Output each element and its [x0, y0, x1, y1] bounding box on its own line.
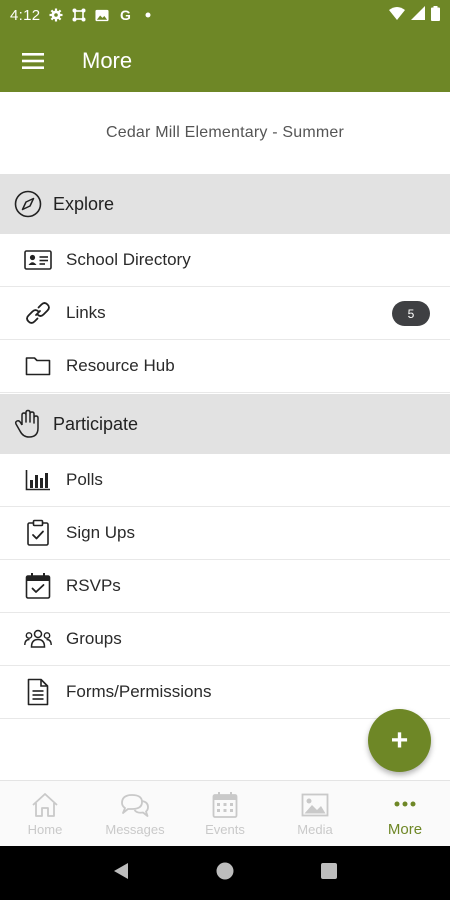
- section-label-explore: Explore: [53, 193, 115, 214]
- compass-icon: [13, 189, 43, 219]
- list-item-school-directory[interactable]: School Directory: [0, 234, 450, 287]
- status-bar: 4:12 G: [0, 0, 450, 30]
- nav-media[interactable]: Media: [270, 781, 360, 846]
- item-label: Polls: [66, 470, 103, 489]
- battery-icon: [431, 5, 440, 25]
- list-item-groups[interactable]: Groups: [0, 613, 450, 666]
- home-icon: [30, 790, 60, 820]
- nav-events[interactable]: Events: [180, 781, 270, 846]
- home-button[interactable]: [215, 861, 235, 886]
- list-item-rsvps[interactable]: RSVPs: [0, 560, 450, 613]
- back-icon: [114, 862, 129, 879]
- nav-messages[interactable]: Messages: [90, 781, 180, 846]
- status-left: 4:12 G: [10, 7, 155, 24]
- people-icon: [24, 625, 52, 653]
- section-header-explore: Explore: [0, 174, 450, 234]
- photo-icon: [95, 8, 109, 22]
- nav-label: Home: [27, 822, 63, 837]
- nav-more[interactable]: More: [360, 781, 450, 846]
- page-title: More: [82, 48, 133, 73]
- clipboard-check-icon: [24, 519, 52, 547]
- section-header-participate: Participate: [0, 394, 450, 454]
- list-item-forms-permissions[interactable]: Forms/Permissions: [0, 666, 450, 719]
- item-label: School Directory: [66, 250, 191, 269]
- item-label: Links: [66, 303, 106, 322]
- bottom-navigation: Home Messages Events Media More: [0, 780, 450, 846]
- app-bar: More: [0, 30, 450, 92]
- list-item-links[interactable]: Links 5: [0, 287, 450, 340]
- chat-icon: [120, 790, 150, 820]
- google-icon: G: [119, 7, 131, 23]
- nav-label: Events: [205, 822, 245, 837]
- list-item-polls[interactable]: Polls: [0, 454, 450, 507]
- id-card-icon: [24, 246, 52, 274]
- school-name[interactable]: Cedar Mill Elementary - Summer: [0, 92, 450, 174]
- hub-icon: [72, 8, 86, 22]
- item-label: RSVPs: [66, 576, 121, 595]
- calendar-icon: [210, 790, 240, 820]
- wifi-icon: [389, 6, 405, 24]
- item-label: Groups: [66, 629, 122, 648]
- nav-label: More: [387, 821, 423, 838]
- folder-icon: [24, 352, 52, 380]
- item-label: Forms/Permissions: [66, 682, 212, 701]
- hamburger-icon: [22, 53, 44, 69]
- nav-home[interactable]: Home: [0, 781, 90, 846]
- item-label: Resource Hub: [66, 356, 175, 375]
- more-dots-icon: [390, 789, 420, 819]
- settings-icon: [49, 8, 63, 22]
- status-time: 4:12: [10, 6, 41, 24]
- image-icon: [300, 790, 330, 820]
- section-label-participate: Participate: [53, 413, 139, 434]
- nav-label: Media: [297, 822, 333, 837]
- signal-icon: [411, 6, 425, 24]
- home-circle-icon: [216, 862, 234, 879]
- hand-icon: [13, 409, 43, 439]
- bar-chart-icon: [24, 466, 52, 494]
- document-icon: [24, 678, 52, 706]
- status-right: [389, 5, 440, 25]
- back-button[interactable]: [112, 861, 130, 886]
- nav-label: Messages: [105, 822, 165, 837]
- dot-icon: [141, 8, 155, 22]
- recents-icon: [320, 862, 337, 879]
- plus-icon: +: [390, 723, 409, 757]
- calendar-check-icon: [24, 572, 52, 600]
- hamburger-menu-button[interactable]: [0, 30, 66, 92]
- item-label: Sign Ups: [66, 523, 135, 542]
- add-fab-button[interactable]: +: [368, 709, 431, 772]
- list-item-sign-ups[interactable]: Sign Ups: [0, 507, 450, 560]
- links-count-badge: 5: [392, 301, 430, 326]
- list-item-resource-hub[interactable]: Resource Hub: [0, 340, 450, 393]
- link-icon: [24, 299, 52, 327]
- recents-button[interactable]: [320, 862, 338, 885]
- system-navigation-bar: [0, 846, 450, 900]
